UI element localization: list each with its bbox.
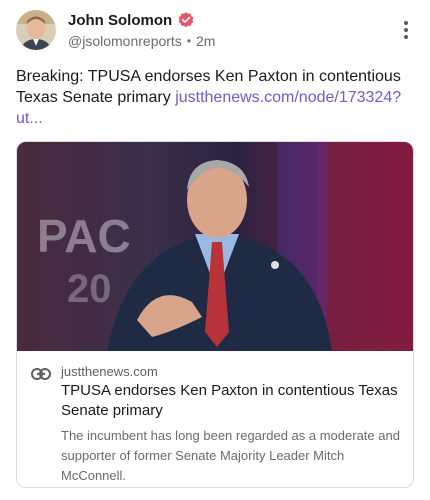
link-preview-image: PAC 20 — [17, 142, 413, 351]
link-chain-icon — [31, 367, 51, 381]
post-header: John Solomon @jsolomonreports • 2m — [16, 10, 414, 54]
post: John Solomon @jsolomonreports • 2m Break… — [0, 0, 430, 500]
verified-badge-icon — [177, 11, 195, 29]
link-description: The incumbent has long been regarded as … — [61, 428, 400, 483]
author-meta: @jsolomonreports • 2m — [68, 32, 215, 50]
link-preview-footer: justthenews.com TPUSA endorses Ken Paxto… — [17, 351, 413, 487]
link-domain: justthenews.com — [61, 364, 158, 379]
link-title: TPUSA endorses Ken Paxton in contentious… — [61, 382, 398, 419]
separator-dot: • — [186, 34, 192, 48]
link-preview-card[interactable]: PAC 20 justthenews.com TPUSA endorses Ke… — [16, 141, 414, 488]
svg-text:PAC: PAC — [37, 210, 131, 262]
name-line: John Solomon — [68, 10, 195, 30]
avatar[interactable] — [16, 10, 56, 50]
post-timestamp[interactable]: 2m — [196, 33, 215, 49]
more-dot — [404, 28, 408, 32]
author-handle[interactable]: @jsolomonreports — [68, 33, 182, 49]
more-dot — [404, 35, 408, 39]
more-vertical-icon[interactable] — [398, 18, 414, 42]
svg-text:20: 20 — [67, 267, 112, 311]
post-text: Breaking: TPUSA endorses Ken Paxton in c… — [16, 66, 416, 129]
more-dot — [404, 21, 408, 25]
author-display-name[interactable]: John Solomon — [68, 12, 172, 29]
